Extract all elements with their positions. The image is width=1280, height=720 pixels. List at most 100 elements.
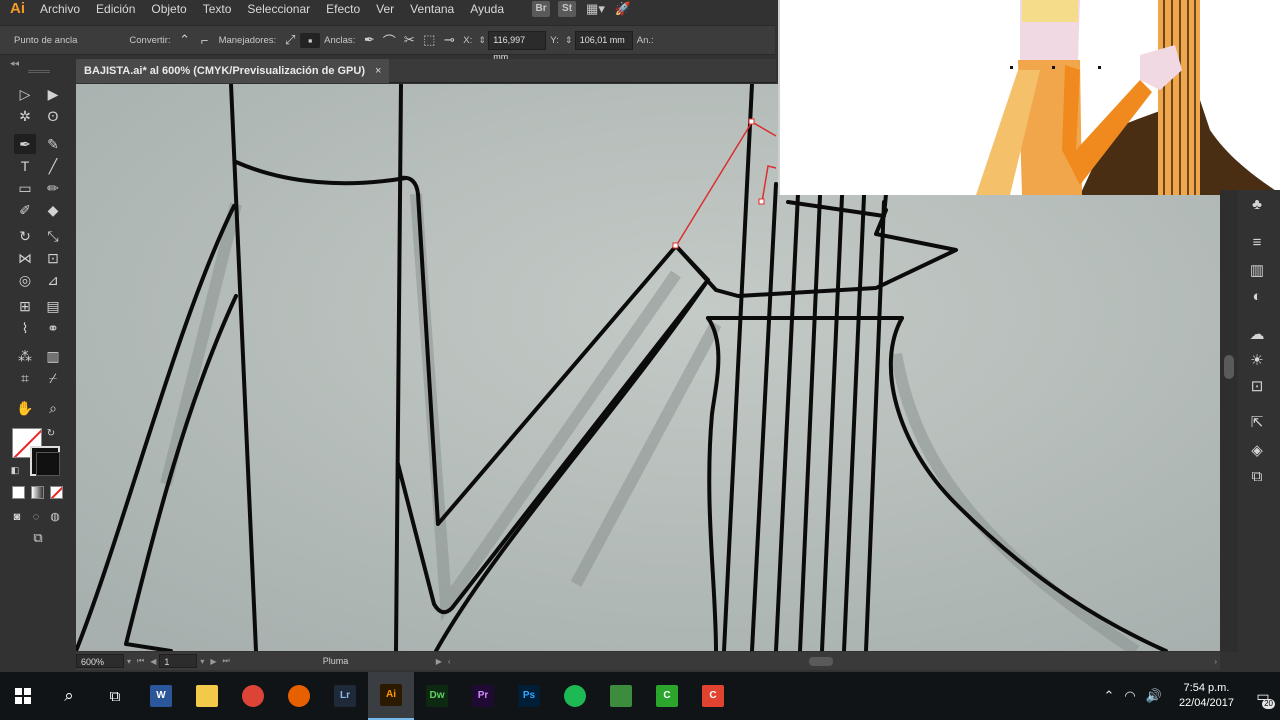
x-field[interactable]: 116,997 mm bbox=[488, 30, 547, 62]
scroll-left-icon[interactable]: ‹ bbox=[445, 657, 454, 666]
horizontal-scroll-thumb[interactable] bbox=[808, 657, 833, 666]
task-view-button[interactable]: ⧉ bbox=[92, 672, 138, 720]
convert-smooth-icon[interactable]: ⌐ bbox=[195, 33, 215, 48]
y-stepper-icon[interactable]: ⇕ bbox=[563, 35, 575, 46]
zoom-field[interactable]: 600% bbox=[76, 654, 124, 668]
menu-edicion[interactable]: Edición bbox=[88, 0, 143, 18]
isolate-icon[interactable]: ⬚ bbox=[419, 32, 439, 48]
color-mode-button[interactable] bbox=[12, 486, 25, 499]
connect-anchor-icon[interactable]: ⌒ bbox=[379, 31, 399, 50]
swap-fill-stroke-icon[interactable]: ↻ bbox=[44, 424, 58, 444]
menu-texto[interactable]: Texto bbox=[195, 0, 240, 18]
artboard-dropdown-icon[interactable]: ▾ bbox=[197, 657, 207, 666]
close-tab-icon[interactable]: × bbox=[375, 65, 381, 77]
scale-tool[interactable]: ⤡ bbox=[42, 226, 64, 246]
prev-artboard-icon[interactable]: ◀ bbox=[147, 657, 159, 666]
mesh-tool[interactable]: ⊞ bbox=[14, 296, 36, 316]
default-colors-icon[interactable]: ◧ bbox=[8, 460, 22, 480]
blend-tool[interactable]: ⚭ bbox=[42, 318, 64, 338]
action-center-button[interactable]: ▭ 20 bbox=[1246, 672, 1280, 720]
taskbar-dreamweaver-button[interactable]: Dw bbox=[414, 672, 460, 720]
next-artboard-icon[interactable]: ▶ bbox=[207, 657, 219, 666]
last-artboard-icon[interactable]: ⏭ bbox=[220, 656, 233, 666]
workspace-layout-icon[interactable]: ▦▾ bbox=[586, 0, 605, 18]
taskbar-chrome-button[interactable] bbox=[230, 672, 276, 720]
layers-panel-icon[interactable]: ◈ bbox=[1246, 440, 1268, 462]
first-artboard-icon[interactable]: ⏮ bbox=[134, 656, 147, 666]
stroke-panel-icon[interactable]: ≡ bbox=[1246, 232, 1268, 254]
draw-behind-icon[interactable]: ◌ bbox=[28, 507, 44, 527]
taskbar-lightroom-button[interactable]: Lr bbox=[322, 672, 368, 720]
menu-objeto[interactable]: Objeto bbox=[143, 0, 194, 18]
zoom-dropdown-icon[interactable]: ▾ bbox=[124, 657, 134, 666]
width-tool[interactable]: ⋈ bbox=[14, 248, 36, 268]
gradient-tool[interactable]: ▤ bbox=[42, 296, 64, 316]
gpu-rocket-icon[interactable]: 🚀 bbox=[615, 0, 631, 18]
paintbrush-tool[interactable]: ✏ bbox=[42, 178, 64, 198]
symbols-panel-icon[interactable]: ♣ bbox=[1246, 194, 1268, 216]
direct-selection-tool[interactable]: ▶ bbox=[42, 84, 64, 104]
rectangle-tool[interactable]: ▭ bbox=[14, 178, 36, 198]
taskbar-camtasia-green-button[interactable]: C bbox=[644, 672, 690, 720]
pen-tool[interactable]: ✒ bbox=[14, 134, 36, 154]
taskbar-inkscape-like-button[interactable] bbox=[598, 672, 644, 720]
hand-tool[interactable]: ✋ bbox=[14, 398, 36, 418]
x-stepper-icon[interactable]: ⇕ bbox=[476, 35, 488, 46]
export-panel-icon[interactable]: ⇱ bbox=[1246, 412, 1268, 434]
taskbar-file-explorer-button[interactable] bbox=[184, 672, 230, 720]
taskbar-spotify-button[interactable] bbox=[552, 672, 598, 720]
align-anchor-icon[interactable]: ⊸ bbox=[439, 32, 459, 48]
symbol-sprayer-tool[interactable]: ⁂ bbox=[14, 346, 36, 366]
slice-tool[interactable]: ⌿ bbox=[42, 368, 64, 388]
bridge-button[interactable]: Br bbox=[532, 1, 551, 17]
appearance-panel-icon[interactable]: ☀ bbox=[1246, 350, 1268, 372]
eraser-tool[interactable]: ◆ bbox=[42, 200, 64, 220]
taskbar-camtasia-red-button[interactable]: C bbox=[690, 672, 736, 720]
cut-path-icon[interactable]: ✂ bbox=[399, 32, 419, 48]
curvature-tool[interactable]: ✎ bbox=[42, 134, 64, 154]
menu-ventana[interactable]: Ventana bbox=[402, 0, 462, 18]
preview-window[interactable] bbox=[778, 0, 1280, 195]
y-field[interactable]: 106,01 mm bbox=[574, 30, 633, 50]
artboard-field[interactable]: 1 bbox=[159, 654, 198, 668]
menu-ver[interactable]: Ver bbox=[368, 0, 402, 18]
menu-seleccionar[interactable]: Seleccionar bbox=[239, 0, 318, 18]
horizontal-scrollbar[interactable] bbox=[454, 654, 1212, 668]
libraries-panel-icon[interactable]: ☁ bbox=[1246, 324, 1268, 346]
line-tool[interactable]: ╱ bbox=[42, 156, 64, 176]
stroke-swatch[interactable] bbox=[30, 446, 60, 476]
transparency-panel-icon[interactable]: ◐ bbox=[1246, 286, 1268, 308]
type-tool[interactable]: T bbox=[14, 156, 36, 176]
show-handles-icon[interactable]: ⤢ bbox=[280, 32, 300, 48]
show-hidden-icons[interactable]: ⌃ bbox=[1099, 688, 1120, 704]
hide-handles-icon[interactable]: ▪ bbox=[300, 32, 321, 48]
network-icon[interactable]: ◠ bbox=[1119, 688, 1140, 704]
zoom-tool[interactable]: ⌕ bbox=[42, 398, 64, 418]
remove-anchor-icon[interactable]: ✒ bbox=[359, 32, 379, 48]
taskbar-photoshop-button[interactable]: Ps bbox=[506, 672, 552, 720]
gradient-panel-icon[interactable]: ▥ bbox=[1246, 260, 1268, 282]
taskbar-firefox-button[interactable] bbox=[276, 672, 322, 720]
magic-wand-tool[interactable]: ✲ bbox=[14, 106, 36, 126]
vertical-scroll-thumb[interactable] bbox=[1224, 355, 1234, 379]
draw-normal-icon[interactable]: ◙ bbox=[9, 507, 25, 527]
vertical-scrollbar[interactable] bbox=[1220, 190, 1238, 652]
taskbar-word-button[interactable]: W bbox=[138, 672, 184, 720]
menu-efecto[interactable]: Efecto bbox=[318, 0, 368, 18]
start-button[interactable] bbox=[0, 672, 46, 720]
perspective-grid-tool[interactable]: ⊿ bbox=[42, 270, 64, 290]
lasso-tool[interactable]: ʘ bbox=[42, 106, 64, 126]
tools-grip[interactable] bbox=[28, 70, 50, 73]
search-button[interactable]: ⌕ bbox=[46, 672, 92, 720]
volume-icon[interactable]: 🔊 bbox=[1141, 688, 1167, 704]
graphic-styles-icon[interactable]: ⊡ bbox=[1246, 376, 1268, 398]
rotate-tool[interactable]: ↻ bbox=[14, 226, 36, 246]
eyedropper-tool[interactable]: ⌇ bbox=[14, 318, 36, 338]
column-graph-tool[interactable]: ▥ bbox=[42, 346, 64, 366]
taskbar-premiere-button[interactable]: Pr bbox=[460, 672, 506, 720]
menu-ayuda[interactable]: Ayuda bbox=[462, 0, 512, 18]
collapse-tools-icon[interactable]: ◂◂ bbox=[10, 58, 19, 69]
status-menu-icon[interactable]: ▶ bbox=[433, 657, 445, 666]
draw-inside-icon[interactable]: ◍ bbox=[47, 507, 63, 527]
stock-button[interactable]: St bbox=[558, 1, 577, 17]
